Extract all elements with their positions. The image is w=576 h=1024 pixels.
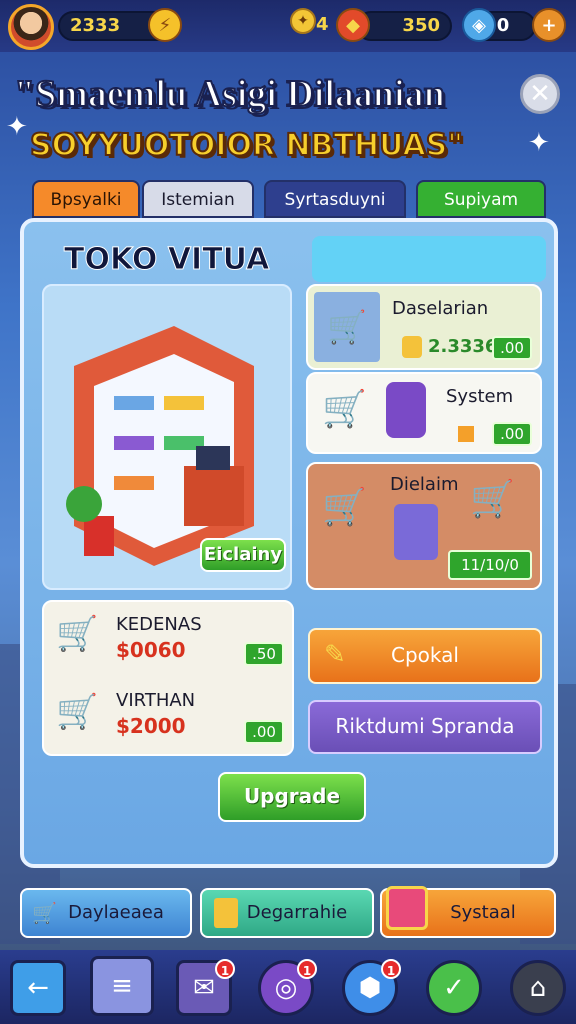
- card-buy-button[interactable]: .00: [492, 336, 532, 360]
- cart-icon: 🛒: [32, 901, 57, 925]
- cart-icon: 🛒: [470, 479, 515, 520]
- close-button[interactable]: ✕: [520, 74, 560, 114]
- tab-istemian[interactable]: Istemian: [142, 180, 254, 218]
- buy-button[interactable]: Eiclainy: [200, 538, 286, 572]
- notification-badge: 1: [381, 959, 401, 979]
- box-icon: [458, 426, 474, 442]
- ticket-icon: ✎: [324, 640, 346, 670]
- gift-icon: [386, 886, 428, 930]
- item-price: $0060: [116, 638, 186, 662]
- store-panel: TOKO VITUA Eiclainy 🛒 Daselarian 2.3336 …: [20, 218, 558, 868]
- card-buy-button[interactable]: 11/10/0: [448, 550, 532, 580]
- cart-icon: 🛒: [322, 389, 367, 430]
- upgrade-button[interactable]: Upgrade: [218, 772, 366, 822]
- card-label: Dielaim: [390, 474, 459, 495]
- card-label: Daselarian: [392, 298, 489, 319]
- page-title: "Smaemlu Asigi Dilaanian: [13, 72, 446, 116]
- list-item[interactable]: 🛒 VIRTHAN $2000 .00: [44, 680, 292, 756]
- action-label: Systaal: [450, 902, 516, 923]
- add-currency-icon[interactable]: +: [532, 8, 566, 42]
- item-buy-button[interactable]: .50: [244, 642, 284, 666]
- search-button[interactable]: ◎ 1: [258, 959, 317, 1016]
- action-button-degarrahie[interactable]: Degarrahie: [200, 888, 374, 938]
- card-label: System: [446, 386, 514, 407]
- gems-pill: 350: [356, 11, 452, 41]
- ticket-icon: [214, 898, 238, 928]
- product-card-daselarian[interactable]: 🛒 Daselarian 2.3336 .00: [306, 284, 542, 370]
- message-icon: ✉: [193, 973, 215, 1003]
- cart-icon: 🛒: [322, 487, 367, 528]
- search-icon: ◎: [274, 973, 298, 1003]
- tab-supiyam[interactable]: Supiyam: [416, 180, 546, 218]
- item-price: $2000: [116, 714, 186, 738]
- compass-icon: ✓: [443, 973, 465, 1003]
- resource-icon: ✦: [290, 8, 316, 34]
- store-illustration: Eiclainy: [42, 284, 292, 590]
- coin-stack-icon: [402, 336, 422, 358]
- riktdum-button[interactable]: Riktdumi Spranda: [308, 700, 542, 754]
- tab-syrtasduyni[interactable]: Syrtasduyni: [264, 180, 406, 218]
- action-button-systaal[interactable]: Systaal: [380, 886, 556, 938]
- player-avatar[interactable]: [8, 4, 54, 50]
- shield-icon[interactable]: ◈: [462, 8, 496, 42]
- item-buy-button[interactable]: .00: [244, 720, 284, 744]
- store-title: TOKO VITUA: [63, 242, 270, 278]
- resource-value: 4: [316, 14, 329, 35]
- product-card-system[interactable]: 🛒 System .00: [306, 372, 542, 454]
- item-list: 🛒 KEDENAS $0060 .50 🛒 VIRTHAN $2000 .00: [42, 600, 294, 756]
- sparkle-icon: ✦: [528, 128, 550, 158]
- list-item[interactable]: 🛒 KEDENAS $0060 .50: [44, 602, 292, 678]
- action-label: Daylaeaea: [68, 902, 164, 923]
- gems-value: 350: [402, 15, 440, 36]
- explore-button[interactable]: ✓: [426, 960, 482, 1016]
- shopper-icon: [394, 504, 438, 560]
- cart-icon: 🛒: [56, 614, 99, 654]
- action-label: Degarrahie: [246, 902, 348, 923]
- cart-icon: 🛒: [56, 692, 99, 732]
- cart-icon: 🛒: [314, 292, 380, 362]
- energy-value: 0: [496, 15, 510, 36]
- item-name: VIRTHAN: [116, 690, 196, 711]
- page-subtitle: SOYYUOTOIOR NBTHUAS": [29, 127, 464, 164]
- shield-button[interactable]: ⬢ 1: [342, 959, 401, 1016]
- product-card-dielaim[interactable]: Dielaim 🛒 🛒 11/10/0: [306, 462, 542, 590]
- tab-bpsyalki[interactable]: Bpsyalki: [32, 180, 140, 218]
- back-button[interactable]: ←: [10, 960, 66, 1016]
- home-icon: ⌂: [529, 973, 547, 1003]
- cpokal-button[interactable]: ✎ Cpokal: [308, 628, 542, 684]
- search-input[interactable]: [312, 236, 546, 282]
- shield-icon: ⬢: [358, 973, 382, 1003]
- list-button[interactable]: ≡: [90, 956, 154, 1016]
- action-button-daylaeaea[interactable]: 🛒 Daylaeaea: [20, 888, 192, 938]
- bag-icon: [386, 382, 426, 438]
- home-button[interactable]: ⌂: [510, 960, 566, 1016]
- sparkle-icon: ✦: [6, 112, 28, 142]
- top-status-bar: 2333 ⚡ ✦ 4 350 ◆ 0 ◈ +: [0, 0, 576, 52]
- bottom-navigation: ← ≡ ✉ 1 ◎ 1 ⬢ 1 ✓ ⌂: [0, 950, 576, 1024]
- ruby-gem-icon[interactable]: ◆: [336, 8, 370, 42]
- currency-value: 2333: [70, 15, 121, 36]
- cpokal-label: Cpokal: [391, 643, 459, 667]
- notification-badge: 1: [215, 959, 235, 979]
- item-name: KEDENAS: [116, 614, 202, 635]
- card-buy-button[interactable]: .00: [492, 422, 532, 446]
- notification-badge: 1: [297, 959, 317, 979]
- lightning-coin-icon[interactable]: ⚡: [148, 8, 182, 42]
- card-price: 2.3336: [428, 336, 498, 357]
- messages-button[interactable]: ✉ 1: [176, 959, 235, 1016]
